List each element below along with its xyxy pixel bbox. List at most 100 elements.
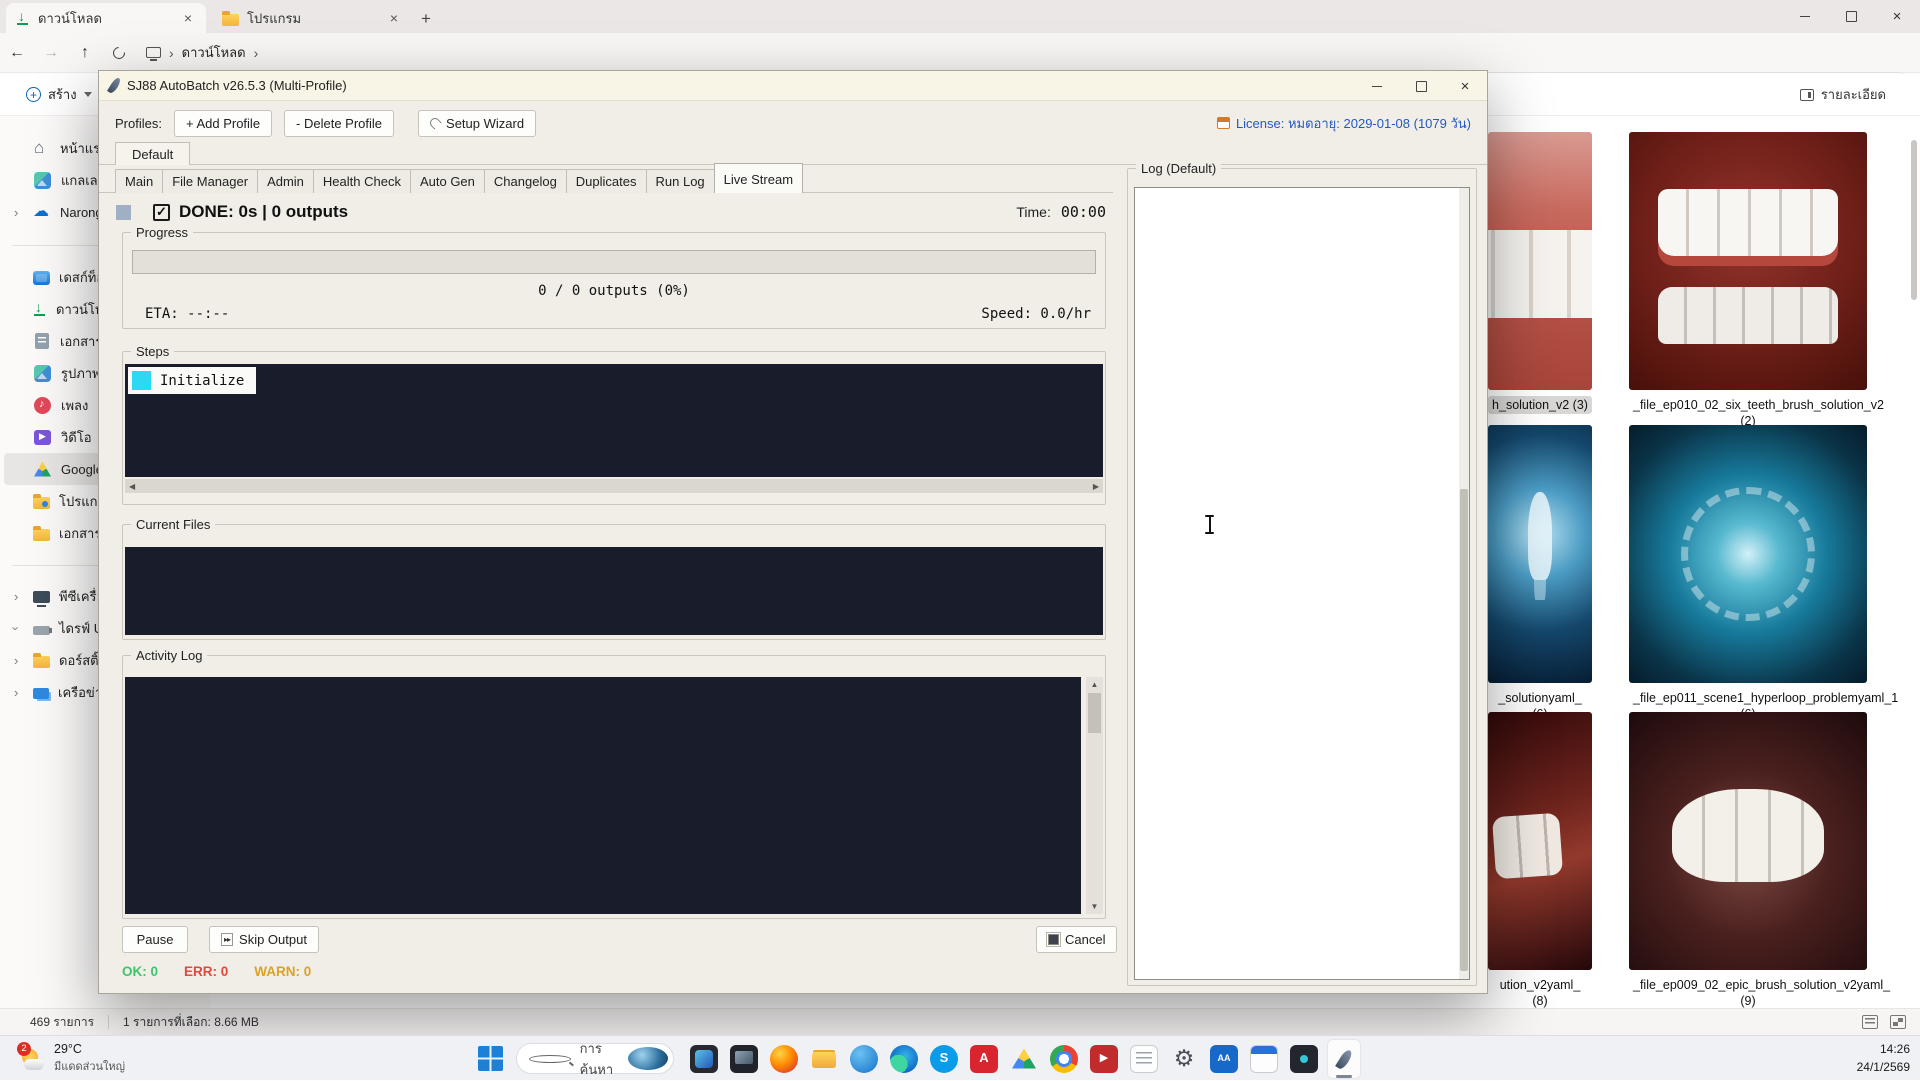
stop-square-icon[interactable] [116, 205, 131, 220]
close-button[interactable]: × [1874, 0, 1920, 33]
pause-button[interactable]: Pause [122, 926, 188, 953]
sidebar-item-icon [33, 626, 50, 635]
taskbar-app-button[interactable] [1007, 1039, 1041, 1079]
taskbar-app-button[interactable] [1127, 1039, 1161, 1079]
setup-wizard-button[interactable]: Setup Wizard [418, 110, 536, 137]
autobatch-tab[interactable]: Live Stream [714, 163, 803, 193]
taskbar-clock[interactable]: 14:26 24/1/2569 [1857, 1036, 1910, 1081]
expand-chevron-icon[interactable] [14, 589, 24, 604]
file-name[interactable]: ution_v2yaml_ (8) [1488, 976, 1592, 1011]
new-tab-button[interactable]: + [412, 5, 440, 33]
file-thumbnail[interactable] [1629, 712, 1867, 970]
log-listbox[interactable] [1134, 187, 1470, 980]
taskbar-app-button[interactable] [1327, 1039, 1361, 1079]
autobatch-tab[interactable]: Run Log [646, 169, 715, 193]
file-tile[interactable]: _file_ep009_02_epic_brush_solution_v2yam… [1629, 712, 1867, 1011]
new-button[interactable]: + สร้าง [16, 78, 102, 111]
grid-view-icon[interactable] [1890, 1015, 1906, 1029]
autobatch-tab[interactable]: Main [115, 169, 163, 193]
taskbar-app-button[interactable] [807, 1039, 841, 1079]
close-button[interactable]: × [1443, 71, 1487, 101]
log-scrollbar[interactable] [1459, 188, 1469, 979]
maximize-button[interactable] [1828, 0, 1874, 33]
taskbar-app-button[interactable] [767, 1039, 801, 1079]
taskbar-app-button[interactable] [927, 1039, 961, 1079]
steps-horizontal-scrollbar[interactable]: ◀ ▶ [125, 479, 1103, 493]
file-thumbnail[interactable] [1629, 132, 1867, 390]
scroll-down-icon[interactable]: ▼ [1086, 902, 1103, 911]
file-thumbnail[interactable] [1629, 425, 1867, 683]
autobatch-title-bar[interactable]: SJ88 AutoBatch v26.5.3 (Multi-Profile) × [99, 71, 1487, 101]
taskbar-app-button[interactable] [887, 1039, 921, 1079]
activity-log-panel[interactable] [125, 677, 1081, 914]
taskbar-app-button[interactable] [1287, 1039, 1321, 1079]
tab-close-icon[interactable]: × [180, 10, 196, 26]
file-name[interactable]: _file_ep009_02_epic_brush_solution_v2yam… [1629, 976, 1867, 1011]
autobatch-tab[interactable]: Auto Gen [410, 169, 485, 193]
taskbar-app-icon [1050, 1045, 1078, 1073]
scroll-up-icon[interactable]: ▲ [1086, 680, 1103, 689]
sidebar-item-icon [33, 529, 50, 541]
taskbar-app-button[interactable] [687, 1039, 721, 1079]
minimize-button[interactable] [1782, 0, 1828, 33]
taskbar-app-button[interactable] [727, 1039, 761, 1079]
breadcrumb-folder[interactable]: ดาวน์โหลด [182, 42, 246, 63]
expand-chevron-icon[interactable] [14, 653, 24, 668]
taskbar-app-button[interactable] [967, 1039, 1001, 1079]
refresh-button[interactable] [102, 38, 136, 68]
autobatch-tab[interactable]: Admin [257, 169, 314, 193]
autobatch-tab[interactable]: Changelog [484, 169, 567, 193]
file-tile[interactable]: h_solution_v2 (3) [1488, 132, 1592, 414]
skip-output-button[interactable]: ▸▸ Skip Output [209, 926, 319, 953]
start-button[interactable] [478, 1046, 503, 1071]
file-tile[interactable]: _solutionyaml_ (6) [1488, 425, 1592, 724]
autobatch-tab[interactable]: Health Check [313, 169, 411, 193]
done-checkbox[interactable]: ✓ [153, 204, 170, 221]
tab-close-icon[interactable]: × [386, 10, 402, 26]
error-counter: ERR: 0 [184, 964, 228, 979]
taskbar-app-button[interactable] [1247, 1039, 1281, 1079]
expand-chevron-icon[interactable] [14, 205, 24, 220]
add-profile-button[interactable]: + Add Profile [174, 110, 272, 137]
autobatch-tab[interactable]: File Manager [162, 169, 258, 193]
file-tile[interactable]: _file_ep010_02_six_teeth_brush_solution_… [1629, 132, 1867, 431]
taskbar-app-button[interactable] [847, 1039, 881, 1079]
expand-chevron-icon[interactable] [14, 621, 24, 636]
explorer-tab[interactable]: ดาวน์โหลด × [6, 3, 206, 33]
explorer-tab[interactable]: โปรแกรม × [212, 3, 412, 33]
file-name[interactable]: h_solution_v2 (3) [1488, 396, 1592, 414]
taskbar-app-button[interactable] [1167, 1039, 1201, 1079]
scroll-left-icon[interactable]: ◀ [125, 482, 139, 491]
expand-chevron-icon[interactable] [14, 685, 24, 700]
up-button[interactable]: ↑ [68, 38, 102, 68]
forward-button[interactable]: → [34, 38, 68, 68]
result-counters: OK: 0 ERR: 0 WARN: 0 [122, 964, 311, 979]
explorer-scrollbar[interactable] [1910, 120, 1918, 1004]
file-thumbnail[interactable] [1488, 425, 1592, 683]
step-initialize-chip[interactable]: Initialize [128, 367, 256, 394]
taskbar-app-button[interactable] [1047, 1039, 1081, 1079]
file-tile[interactable]: _file_ep011_scene1_hyperloop_problemyaml… [1629, 425, 1867, 724]
activity-scrollbar[interactable]: ▲ ▼ [1086, 677, 1103, 914]
cancel-button[interactable]: Cancel [1036, 926, 1117, 953]
breadcrumb[interactable]: › ดาวน์โหลด › [146, 42, 258, 63]
scrollbar-thumb[interactable] [1460, 489, 1468, 972]
autobatch-tab[interactable]: Duplicates [566, 169, 647, 193]
taskbar-app-button[interactable] [1087, 1039, 1121, 1079]
scrollbar-thumb[interactable] [1088, 693, 1101, 733]
list-view-icon[interactable] [1862, 1015, 1878, 1029]
weather-widget[interactable]: 2 29°C มีแดดส่วนใหญ่ [12, 1036, 133, 1081]
delete-profile-button[interactable]: - Delete Profile [284, 110, 394, 137]
file-thumbnail[interactable] [1488, 712, 1592, 970]
minimize-button[interactable] [1355, 71, 1399, 101]
details-toggle-button[interactable]: รายละเอียด [1800, 84, 1886, 105]
taskbar-app-button[interactable] [1207, 1039, 1241, 1079]
sidebar-item-icon [33, 203, 51, 221]
profile-tab-default[interactable]: Default [115, 142, 190, 165]
back-button[interactable]: ← [0, 38, 34, 68]
file-tile[interactable]: ution_v2yaml_ (8) [1488, 712, 1592, 1011]
scroll-right-icon[interactable]: ▶ [1089, 482, 1103, 491]
file-thumbnail[interactable] [1488, 132, 1592, 390]
maximize-button[interactable] [1399, 71, 1443, 101]
taskbar-search[interactable]: การค้นหา [516, 1043, 674, 1074]
